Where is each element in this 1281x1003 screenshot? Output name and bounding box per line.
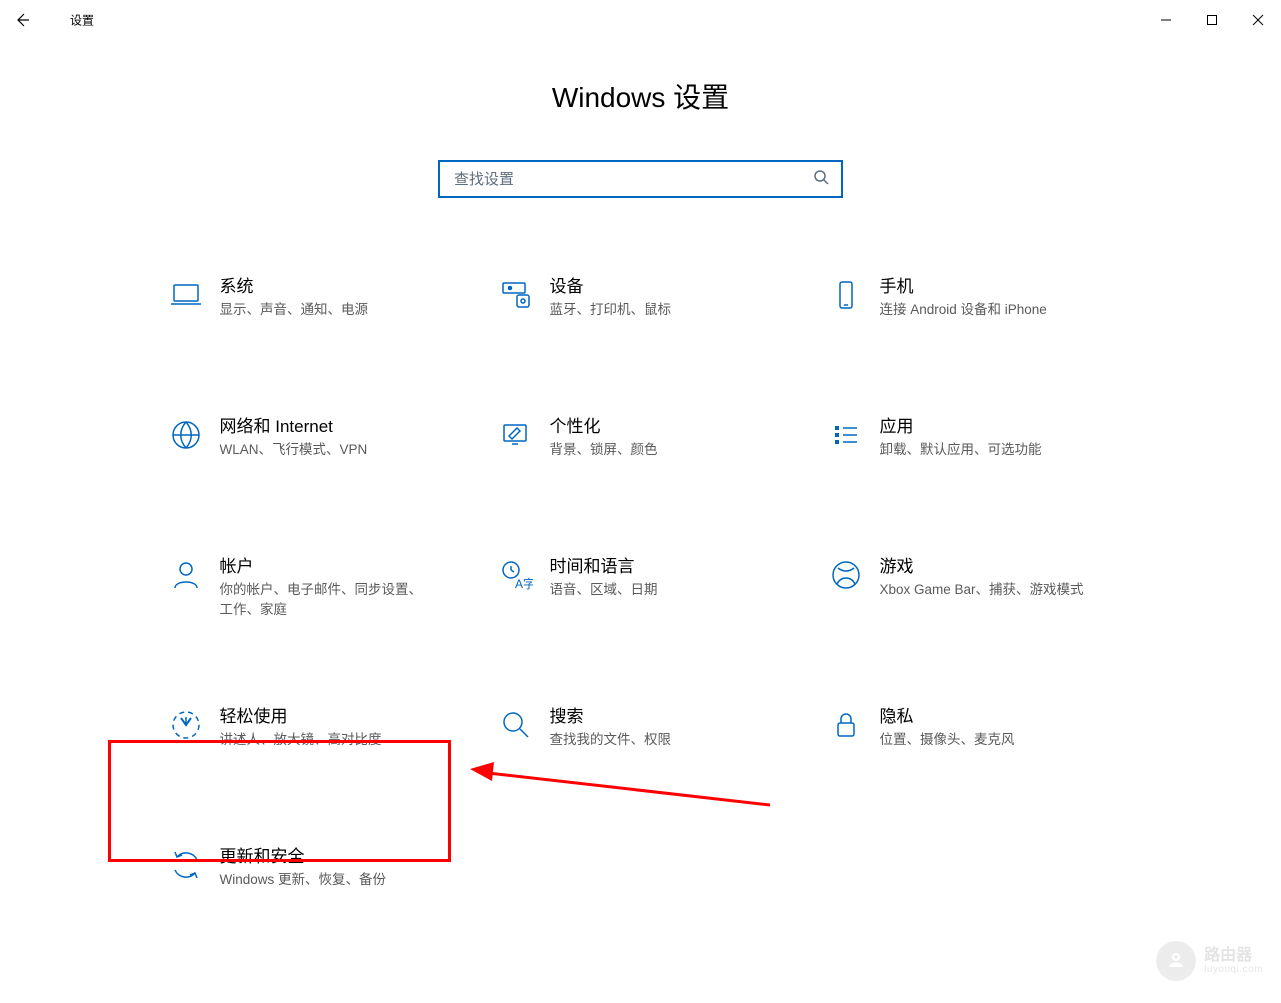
tile-title: 网络和 Internet (220, 416, 476, 438)
tile-gaming[interactable]: 游戏Xbox Game Bar、捕获、游戏模式 (816, 556, 1136, 620)
tile-accounts[interactable]: 帐户你的帐户、电子邮件、同步设置、工作、家庭 (156, 556, 476, 620)
search-container (0, 160, 1281, 198)
window-title: 设置 (70, 12, 94, 29)
tile-title: 搜索 (550, 706, 806, 728)
tile-desc: 你的帐户、电子邮件、同步设置、工作、家庭 (220, 580, 430, 620)
tile-desc: 背景、锁屏、颜色 (550, 440, 760, 460)
tile-desc: 语音、区域、日期 (550, 580, 760, 600)
phone-icon (829, 278, 863, 312)
tile-personalize[interactable]: 个性化背景、锁屏、颜色 (486, 416, 806, 470)
tile-desc: 查找我的文件、权限 (550, 730, 760, 750)
xbox-icon (829, 558, 863, 592)
tile-title: 应用 (880, 416, 1136, 438)
watermark-title: 路由器 (1204, 947, 1263, 965)
tile-title: 系统 (220, 276, 476, 298)
tile-search[interactable]: 搜索查找我的文件、权限 (486, 706, 806, 760)
tile-desc: 讲述人、放大镜、高对比度 (220, 730, 430, 750)
tile-devices[interactable]: 设备蓝牙、打印机、鼠标 (486, 276, 806, 330)
tile-title: 设备 (550, 276, 806, 298)
tile-desc: 蓝牙、打印机、鼠标 (550, 300, 760, 320)
search-box[interactable] (438, 160, 843, 198)
ease-of-access-icon (169, 708, 203, 742)
tile-apps[interactable]: 应用卸载、默认应用、可选功能 (816, 416, 1136, 470)
tile-desc: 显示、声音、通知、电源 (220, 300, 430, 320)
tile-desc: 连接 Android 设备和 iPhone (880, 300, 1090, 320)
arrow-left-icon (14, 12, 30, 28)
watermark-domain: luyouqi.com (1204, 964, 1263, 975)
magnifier-icon (499, 708, 533, 742)
tile-desc: 位置、摄像头、麦克风 (880, 730, 1090, 750)
person-icon (169, 558, 203, 592)
tile-privacy[interactable]: 隐私位置、摄像头、麦克风 (816, 706, 1136, 760)
tile-update[interactable]: 更新和安全Windows 更新、恢复、备份 (156, 846, 476, 900)
tile-title: 个性化 (550, 416, 806, 438)
tile-title: 游戏 (880, 556, 1136, 578)
tile-title: 手机 (880, 276, 1136, 298)
apps-icon (829, 418, 863, 452)
tile-desc: 卸载、默认应用、可选功能 (880, 440, 1090, 460)
watermark: 路由器 luyouqi.com (1156, 941, 1263, 981)
minimize-button[interactable] (1143, 0, 1189, 40)
tile-phone[interactable]: 手机连接 Android 设备和 iPhone (816, 276, 1136, 330)
devices-icon (499, 278, 533, 312)
laptop-icon (169, 278, 203, 312)
minimize-icon (1160, 14, 1172, 26)
tile-time[interactable]: A字 时间和语言语音、区域、日期 (486, 556, 806, 620)
tile-title: 轻松使用 (220, 706, 476, 728)
close-icon (1252, 14, 1264, 26)
settings-grid: 系统显示、声音、通知、电源 设备蓝牙、打印机、鼠标 手机连接 Android 设… (146, 276, 1136, 900)
tile-desc: Windows 更新、恢复、备份 (220, 870, 430, 890)
tile-desc: WLAN、飞行模式、VPN (220, 440, 430, 460)
maximize-icon (1206, 14, 1218, 26)
search-icon (813, 169, 829, 190)
watermark-logo-icon (1156, 941, 1196, 981)
update-icon (169, 848, 203, 882)
tile-title: 隐私 (880, 706, 1136, 728)
titlebar: 设置 (0, 0, 1281, 40)
tile-title: 帐户 (220, 556, 476, 578)
tile-ease[interactable]: 轻松使用讲述人、放大镜、高对比度 (156, 706, 476, 760)
personalize-icon (499, 418, 533, 452)
close-button[interactable] (1235, 0, 1281, 40)
tile-title: 时间和语言 (550, 556, 806, 578)
time-language-icon: A字 (499, 558, 533, 592)
svg-text:A字: A字 (515, 576, 533, 591)
globe-icon (169, 418, 203, 452)
window-controls (1143, 0, 1281, 40)
tile-network[interactable]: 网络和 InternetWLAN、飞行模式、VPN (156, 416, 476, 470)
tile-title: 更新和安全 (220, 846, 476, 868)
maximize-button[interactable] (1189, 0, 1235, 40)
lock-icon (829, 708, 863, 742)
search-input[interactable] (452, 170, 829, 189)
back-button[interactable] (0, 0, 44, 40)
tile-desc: Xbox Game Bar、捕获、游戏模式 (880, 580, 1090, 600)
tile-system[interactable]: 系统显示、声音、通知、电源 (156, 276, 476, 330)
page-title: Windows 设置 (0, 76, 1281, 116)
